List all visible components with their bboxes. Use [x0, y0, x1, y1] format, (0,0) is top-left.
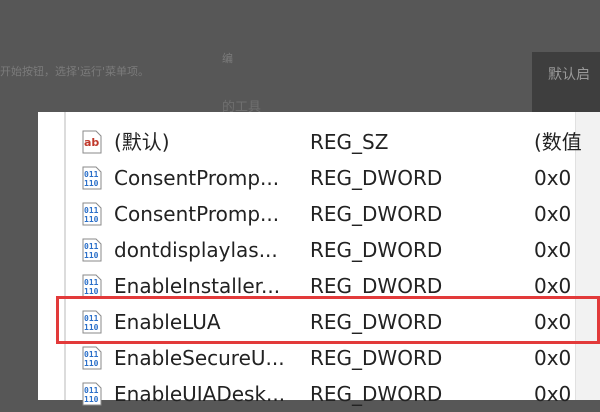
dark-panel-label: 默认启 [548, 67, 590, 83]
registry-value-row[interactable]: 011 110 dontdisplaylas... REG_DWORD 0x0 [80, 232, 600, 268]
svg-text:110: 110 [84, 359, 99, 368]
registry-value-row[interactable]: 011 110 EnableSecureU... REG_DWORD 0x0 [80, 340, 600, 376]
svg-text:110: 110 [84, 179, 99, 188]
dword-value-icon: 011 110 [80, 202, 104, 226]
registry-value-row[interactable]: 011 110 EnableUIADesk... REG_DWORD 0x0 [80, 376, 600, 412]
svg-text:ab: ab [84, 136, 99, 149]
value-type: REG_SZ [310, 130, 389, 154]
value-name: dontdisplaylas... [114, 238, 278, 262]
value-name: ConsentPromp... [114, 166, 280, 190]
value-type: REG_DWORD [310, 238, 443, 262]
svg-text:110: 110 [84, 251, 99, 260]
value-type: REG_DWORD [310, 166, 443, 190]
value-data: 0x0 [534, 202, 572, 226]
dword-value-icon: 011 110 [80, 238, 104, 262]
value-data: (数值 [534, 130, 582, 154]
svg-text:011: 011 [84, 386, 99, 395]
dword-value-icon: 011 110 [80, 382, 104, 406]
enablelua-highlight-box [56, 296, 600, 344]
registry-value-row[interactable]: 011 110 ConsentPromp... REG_DWORD 0x0 [80, 196, 600, 232]
pane-divider[interactable] [64, 112, 66, 400]
value-data: 0x0 [534, 382, 572, 406]
value-type: REG_DWORD [310, 382, 443, 406]
registry-value-row[interactable]: 011 110 ConsentPromp... REG_DWORD 0x0 [80, 160, 600, 196]
svg-text:011: 011 [84, 170, 99, 179]
registry-value-row[interactable]: ab (默认) REG_SZ (数值 [80, 124, 600, 160]
value-name: EnableUIADesk... [114, 382, 286, 406]
svg-text:011: 011 [84, 206, 99, 215]
string-value-icon: ab [80, 130, 104, 154]
background-label: 编 [222, 52, 233, 65]
dword-value-icon: 011 110 [80, 166, 104, 190]
svg-text:011: 011 [84, 350, 99, 359]
svg-text:011: 011 [84, 242, 99, 251]
svg-text:011: 011 [84, 278, 99, 287]
value-name: EnableSecureU... [114, 346, 285, 370]
svg-text:110: 110 [84, 287, 99, 296]
tree-pane-edge [38, 112, 66, 400]
value-type: REG_DWORD [310, 202, 443, 226]
value-data: 0x0 [534, 238, 572, 262]
instruction-text: 开始按钮，选择'运行'菜单项。 [0, 65, 150, 78]
dword-value-icon: 011 110 [80, 274, 104, 298]
value-data: 0x0 [534, 346, 572, 370]
value-data: 0x0 [534, 166, 572, 190]
value-type: REG_DWORD [310, 346, 443, 370]
background-dark-panel: 默认启 [532, 52, 600, 112]
value-name: ConsentPromp... [114, 202, 280, 226]
value-name: (默认) [114, 130, 170, 154]
svg-text:110: 110 [84, 215, 99, 224]
dword-value-icon: 011 110 [80, 346, 104, 370]
